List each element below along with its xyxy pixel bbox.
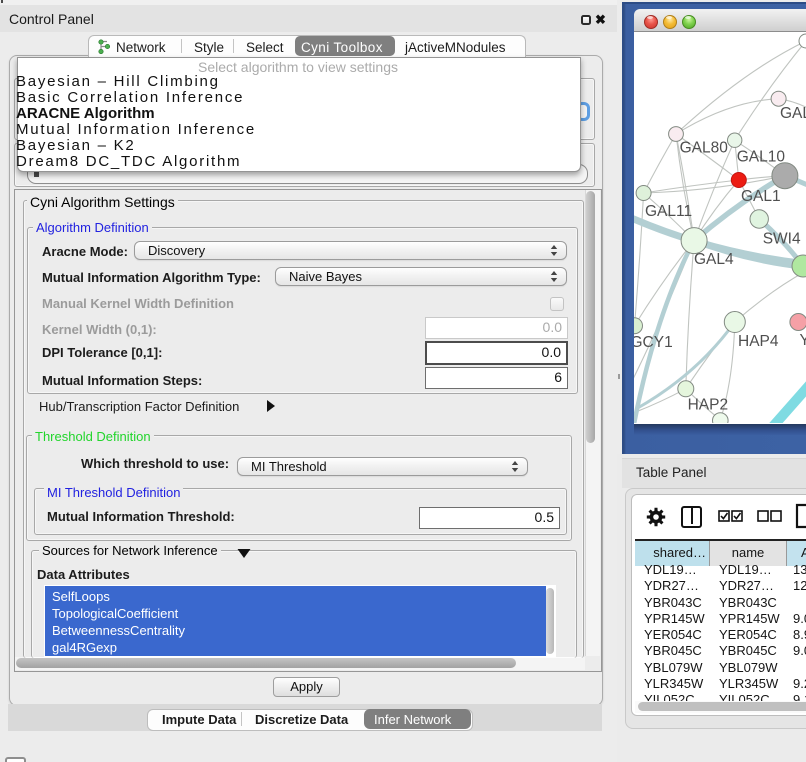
svg-text:YEL: YEL bbox=[800, 332, 806, 349]
svg-text:HAP4: HAP4 bbox=[738, 333, 779, 350]
svg-text:GAL4: GAL4 bbox=[694, 251, 734, 268]
svg-text:GAL1: GAL1 bbox=[741, 188, 781, 205]
svg-text:GAL2: GAL2 bbox=[780, 105, 806, 122]
svg-text:HAP2: HAP2 bbox=[688, 396, 729, 413]
svg-text:GAL80: GAL80 bbox=[680, 140, 729, 157]
svg-text:GAL11: GAL11 bbox=[645, 203, 692, 220]
svg-text:GCY1: GCY1 bbox=[634, 334, 673, 351]
svg-text:GAL10: GAL10 bbox=[737, 148, 786, 165]
svg-text:SWI4: SWI4 bbox=[763, 231, 801, 248]
